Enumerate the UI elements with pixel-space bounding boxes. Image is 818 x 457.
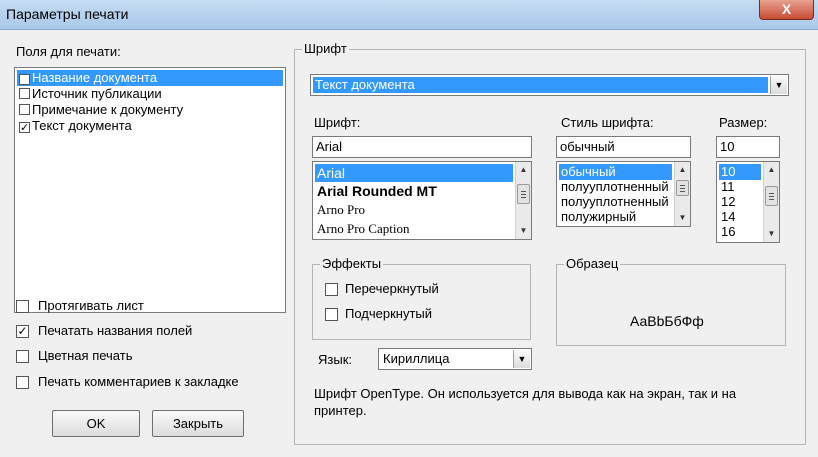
- list-item-label: Название документа: [32, 70, 158, 85]
- color-print-label: Цветная печать: [38, 348, 133, 363]
- window-title: Параметры печати: [6, 6, 129, 22]
- checkbox-1[interactable]: [19, 88, 30, 99]
- sample-text: АаBbБбФф: [630, 313, 704, 329]
- size-option-14[interactable]: 14: [719, 209, 761, 225]
- sample-group-title: Образец: [564, 256, 621, 271]
- strikeout-label: Перечеркнутый: [345, 281, 439, 296]
- underline-checkbox[interactable]: [325, 308, 338, 321]
- font-option-arno-pro[interactable]: Arno Pro: [315, 201, 513, 219]
- font-size-list[interactable]: 10 11 12 14 16 ▲ ▼: [716, 161, 780, 243]
- size-option-16[interactable]: 16: [719, 224, 761, 240]
- print-comments-checkbox[interactable]: [16, 376, 29, 389]
- scroll-up-icon[interactable]: ▲: [516, 162, 531, 178]
- list-item-label: Источник публикации: [32, 86, 162, 101]
- font-list-scrollbar[interactable]: ▲ ▼: [515, 162, 531, 239]
- font-group-title: Шрифт: [302, 41, 349, 56]
- font-name-label: Шрифт:: [314, 115, 361, 130]
- style-option-3[interactable]: полужирный: [559, 209, 672, 225]
- style-option-0[interactable]: обычный: [559, 164, 672, 180]
- checkbox-2[interactable]: [19, 104, 30, 115]
- scroll-thumb[interactable]: [517, 184, 530, 204]
- underline-label: Подчеркнутый: [345, 306, 433, 321]
- chevron-down-icon[interactable]: ▼: [770, 76, 787, 94]
- scroll-down-icon[interactable]: ▼: [764, 226, 779, 242]
- scroll-up-icon[interactable]: ▲: [764, 162, 779, 178]
- font-name-input[interactable]: Arial: [312, 136, 532, 158]
- language-label: Язык:: [318, 352, 352, 367]
- font-style-input[interactable]: обычный: [556, 136, 691, 158]
- checkbox-3[interactable]: ✓: [19, 122, 30, 134]
- list-item-0[interactable]: ✓ Название документа: [17, 70, 283, 86]
- chevron-down-icon[interactable]: ▼: [513, 350, 530, 368]
- print-comments-label: Печать комментариев к закладке: [38, 374, 239, 389]
- effects-group: [312, 264, 531, 340]
- size-option-11[interactable]: 11: [719, 179, 761, 195]
- style-list-scrollbar[interactable]: ▲ ▼: [674, 162, 690, 226]
- font-option-arial-rounded[interactable]: Arial Rounded MT: [315, 182, 513, 200]
- font-size-input[interactable]: 10: [716, 136, 780, 158]
- ok-button[interactable]: OK: [52, 410, 140, 437]
- style-option-2[interactable]: полууплотненный: [559, 194, 672, 210]
- list-item-2[interactable]: Примечание к документу: [17, 102, 283, 118]
- color-print-checkbox[interactable]: [16, 350, 29, 363]
- font-style-list[interactable]: обычный полууплотненный полууплотненный …: [556, 161, 691, 227]
- stretch-sheet-checkbox[interactable]: [16, 300, 29, 313]
- strikeout-checkbox[interactable]: [325, 283, 338, 296]
- scroll-up-icon[interactable]: ▲: [675, 162, 690, 178]
- font-description: Шрифт OpenType. Он используется для выво…: [314, 386, 737, 418]
- close-window-button[interactable]: X: [759, 0, 814, 20]
- size-option-10[interactable]: 10: [719, 164, 761, 180]
- scroll-thumb[interactable]: [676, 180, 689, 196]
- scroll-thumb[interactable]: [765, 186, 778, 206]
- font-style-label: Стиль шрифта:: [561, 115, 654, 130]
- checkbox-0[interactable]: ✓: [19, 74, 30, 86]
- font-size-label: Размер:: [719, 115, 768, 130]
- target-field-value: Текст документа: [313, 77, 768, 93]
- stretch-sheet-label: Протягивать лист: [38, 298, 144, 313]
- list-item-label: Текст документа: [32, 118, 132, 133]
- list-item-3[interactable]: ✓ Текст документа: [17, 118, 283, 134]
- cancel-button[interactable]: Закрыть: [152, 410, 244, 437]
- print-fields-list[interactable]: ✓ Название документа Источник публикации …: [14, 67, 286, 313]
- font-name-list[interactable]: Arial Arial Rounded MT Arno Pro Arno Pro…: [312, 161, 532, 240]
- font-option-arno-caption[interactable]: Arno Pro Caption: [315, 220, 513, 238]
- print-field-names-checkbox[interactable]: ✓: [16, 325, 29, 338]
- scroll-down-icon[interactable]: ▼: [675, 210, 690, 226]
- print-field-names-label: Печатать названия полей: [38, 323, 193, 338]
- style-option-1[interactable]: полууплотненный: [559, 179, 672, 195]
- language-value: Кириллица: [383, 351, 450, 366]
- list-item-1[interactable]: Источник публикации: [17, 86, 283, 102]
- effects-group-title: Эффекты: [320, 256, 384, 271]
- language-select[interactable]: Кириллица ▼: [378, 348, 532, 370]
- sample-group: [556, 264, 786, 346]
- target-field-select[interactable]: Текст документа ▼: [310, 74, 789, 96]
- print-fields-label: Поля для печати:: [16, 44, 121, 59]
- size-option-12[interactable]: 12: [719, 194, 761, 210]
- font-option-arial[interactable]: Arial: [315, 164, 513, 182]
- dialog-body: Поля для печати: ✓ Название документа Ист…: [0, 30, 818, 457]
- size-list-scrollbar[interactable]: ▲ ▼: [763, 162, 779, 242]
- list-item-label: Примечание к документу: [32, 102, 184, 117]
- scroll-down-icon[interactable]: ▼: [516, 223, 531, 239]
- title-bar: Параметры печати X: [0, 0, 818, 30]
